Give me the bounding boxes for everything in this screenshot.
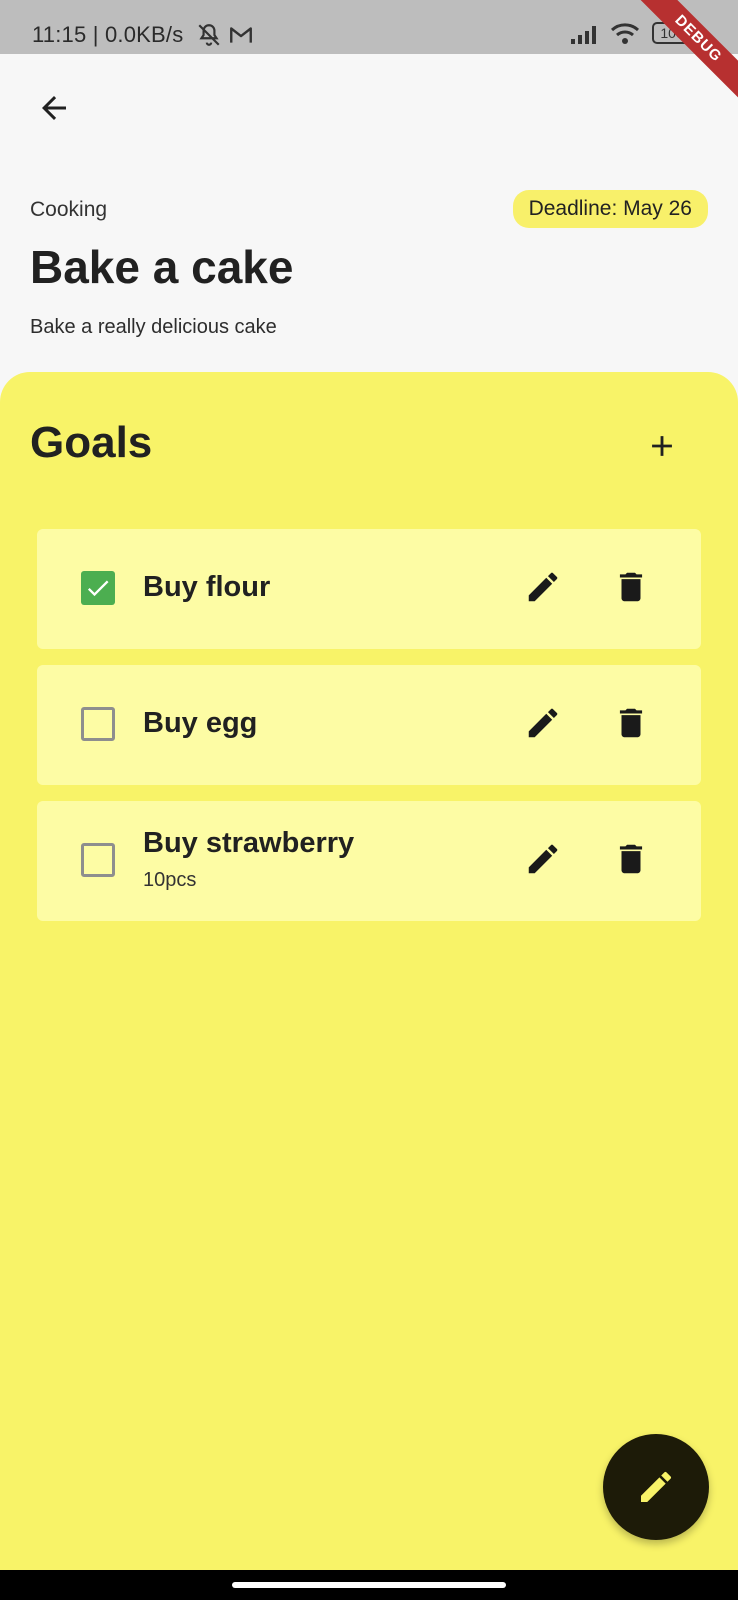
signal-icon bbox=[571, 26, 596, 44]
goal-item: Buy strawberry 10pcs bbox=[37, 801, 701, 921]
add-goal-button[interactable] bbox=[638, 422, 686, 470]
goals-heading: Goals bbox=[30, 418, 153, 467]
goal-checkbox[interactable] bbox=[81, 571, 115, 605]
goal-name: Buy egg bbox=[143, 707, 258, 739]
goal-detail: 10pcs bbox=[143, 869, 197, 891]
mail-icon bbox=[230, 27, 252, 43]
debug-label: DEBUG bbox=[632, 0, 738, 105]
navigation-bar bbox=[0, 1570, 738, 1600]
delete-goal-button[interactable] bbox=[609, 837, 653, 881]
arrow-back-icon bbox=[42, 96, 66, 120]
deadline-badge: Deadline: May 26 bbox=[512, 190, 708, 228]
checkmark-icon bbox=[87, 580, 109, 597]
pencil-icon bbox=[528, 572, 558, 602]
trash-icon bbox=[619, 572, 643, 602]
back-button[interactable] bbox=[30, 84, 78, 132]
goal-item: Buy flour bbox=[37, 529, 701, 649]
trash-icon bbox=[619, 844, 643, 874]
edit-goal-button[interactable] bbox=[521, 565, 565, 609]
edit-goal-button[interactable] bbox=[521, 837, 565, 881]
goal-checkbox[interactable] bbox=[81, 843, 115, 877]
page-description: Bake a really delicious cake bbox=[30, 316, 277, 338]
pencil-icon bbox=[641, 1471, 672, 1502]
edit-goal-button[interactable] bbox=[521, 701, 565, 745]
goal-name: Buy flour bbox=[143, 571, 271, 603]
pencil-icon bbox=[528, 844, 558, 874]
goal-checkbox[interactable] bbox=[81, 707, 115, 741]
bell-muted-icon bbox=[198, 24, 220, 46]
goal-name: Buy strawberry bbox=[143, 827, 355, 859]
home-gesture-handle[interactable] bbox=[232, 1582, 506, 1588]
pencil-icon bbox=[528, 708, 558, 738]
trash-icon bbox=[619, 708, 643, 738]
edit-fab-button[interactable] bbox=[603, 1434, 709, 1540]
delete-goal-button[interactable] bbox=[609, 701, 653, 745]
goals-panel: Goals Buy flour Buy egg Buy strawberry 1… bbox=[0, 372, 738, 1570]
plus-icon bbox=[652, 436, 672, 456]
page-title: Bake a cake bbox=[30, 241, 294, 293]
delete-goal-button[interactable] bbox=[609, 565, 653, 609]
goal-item: Buy egg bbox=[37, 665, 701, 785]
debug-ribbon: DEBUG bbox=[618, 0, 738, 120]
goal-category: Cooking bbox=[30, 198, 108, 221]
status-bar-clock: 11:15 | 0.0KB/s bbox=[32, 22, 184, 47]
